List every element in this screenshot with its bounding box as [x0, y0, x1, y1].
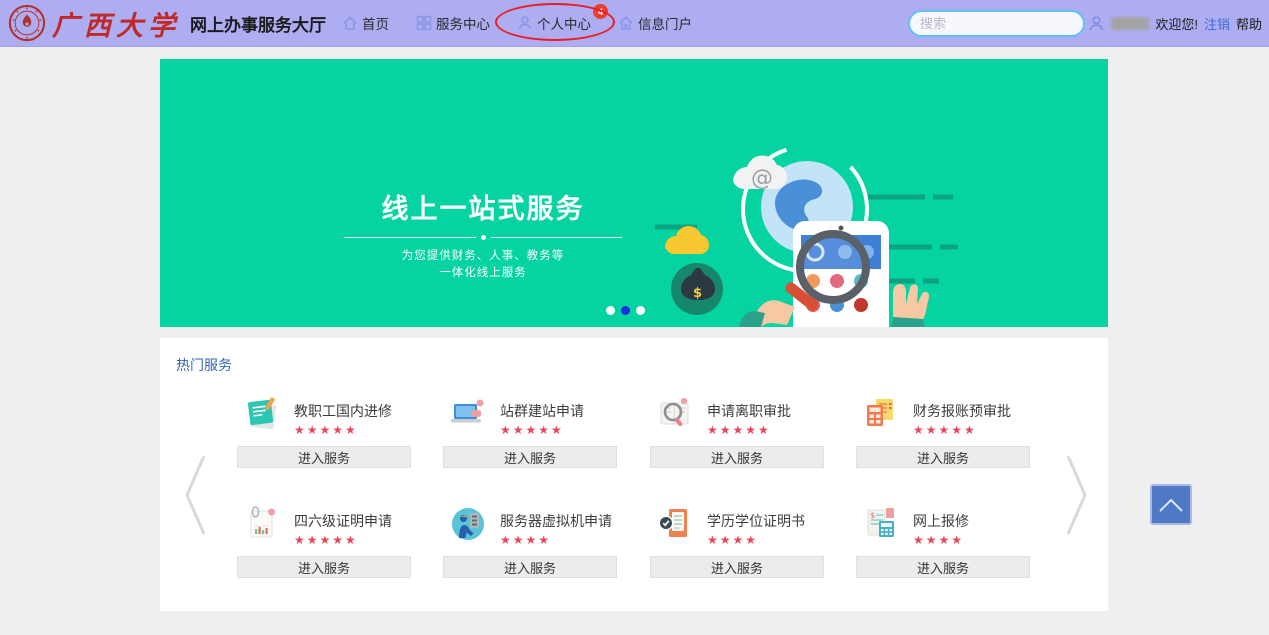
nav-item-info-portal[interactable]: 信息门户 [618, 13, 692, 33]
service-rating: ★★★★★ [294, 533, 392, 547]
service-name[interactable]: 服务器虚拟机申请 [500, 511, 612, 531]
university-name-calligraphy: 广西大学 [52, 4, 180, 43]
nav-label: 信息门户 [638, 13, 692, 33]
welcome-text: 欢迎您! [1155, 14, 1198, 33]
banner-headline: 线上一站式服务 [338, 187, 628, 226]
carousel-dot-3[interactable] [636, 306, 645, 315]
enter-service-button[interactable]: 进入服务 [443, 556, 617, 578]
enter-service-button[interactable]: 进入服务 [856, 556, 1030, 578]
enter-service-button[interactable]: 进入服务 [650, 446, 824, 468]
chevron-up-icon [1156, 496, 1186, 514]
service-card: $ 网上报修 ★★★★ 进入服务 [856, 505, 1036, 635]
service-rating: ★★★★ [500, 533, 612, 547]
service-name[interactable]: 四六级证明申请 [294, 511, 392, 531]
svg-text:$: $ [693, 286, 702, 301]
book-magnifier-icon [656, 395, 694, 433]
home-icon [342, 15, 358, 31]
service-name[interactable]: 网上报修 [913, 511, 969, 531]
nav-label: 服务中心 [436, 13, 490, 33]
service-name[interactable]: 学历学位证明书 [707, 511, 805, 531]
user-area: 欢迎您! 注销 帮助 [1088, 0, 1262, 47]
search-input[interactable] [920, 16, 1096, 31]
carousel-dot-1[interactable] [606, 306, 615, 315]
chevron-left-icon [182, 453, 208, 537]
enter-service-button[interactable]: 进入服务 [443, 446, 617, 468]
help-link[interactable]: 帮助 [1236, 14, 1262, 33]
server-worker-icon [449, 505, 487, 543]
carousel-next-arrow[interactable] [1064, 453, 1090, 542]
grid-icon [416, 15, 432, 31]
calculator-notes-icon [862, 395, 900, 433]
person-icon [517, 15, 533, 31]
carousel-dots [606, 306, 645, 315]
banner-subline-1: 为您提供财务、人事、教务等 [338, 248, 628, 265]
nav-item-personal-center[interactable]: 个人中心 4 [517, 13, 591, 33]
service-name[interactable]: 站群建站申请 [500, 401, 584, 421]
svg-text:@: @ [751, 166, 773, 191]
banner-illustration: @ $ [655, 129, 1055, 327]
portal-title: 网上办事服务大厅 [190, 11, 326, 36]
svg-text:$: $ [870, 511, 875, 520]
hot-services-title: 热门服务 [176, 355, 232, 375]
logout-link[interactable]: 注销 [1204, 14, 1230, 33]
hero-carousel-banner: 线上一站式服务 为您提供财务、人事、教务等 一体化线上服务 @ $ [160, 59, 1108, 327]
enter-service-button[interactable]: 进入服务 [856, 446, 1030, 468]
main-nav: 首页 服务中心 个人中心 4 [342, 13, 692, 33]
enter-service-button[interactable]: 进入服务 [237, 556, 411, 578]
laptop-icon [449, 395, 487, 433]
carousel-dot-2-active[interactable] [621, 306, 630, 315]
university-seal-logo [8, 4, 46, 42]
portal-home-icon [618, 15, 634, 31]
service-rating: ★★★★ [707, 533, 805, 547]
top-header-bar: 广西大学 网上办事服务大厅 首页 服务中心 [0, 0, 1269, 47]
hot-services-panel: 热门服务 教职工国内进修 ★★★★★ 进入服务 [160, 338, 1108, 611]
carousel-prev-arrow[interactable] [182, 453, 208, 542]
service-card: 四六级证明申请 ★★★★★ 进入服务 [237, 505, 417, 635]
service-name[interactable]: 财务报账预审批 [913, 401, 1011, 421]
enter-service-button[interactable]: 进入服务 [650, 556, 824, 578]
notification-badge: 4 [593, 4, 608, 19]
nav-item-service-center[interactable]: 服务中心 [416, 13, 490, 33]
back-to-top-button[interactable] [1150, 484, 1192, 525]
nav-label: 个人中心 [537, 13, 591, 33]
banner-subline-2: 一体化线上服务 [338, 265, 628, 282]
service-rating: ★★★★★ [294, 423, 392, 437]
search-box [908, 10, 1085, 37]
nav-label: 首页 [362, 13, 389, 33]
user-icon [1088, 15, 1105, 32]
banner-divider [344, 235, 622, 240]
service-rating: ★★★★ [913, 533, 969, 547]
service-rating: ★★★★★ [500, 423, 584, 437]
receipt-calculator-icon: $ [862, 505, 900, 543]
banner-text-block: 线上一站式服务 为您提供财务、人事、教务等 一体化线上服务 [338, 187, 628, 282]
certificate-chart-icon [243, 505, 281, 543]
nav-item-home[interactable]: 首页 [342, 13, 389, 33]
redacted-username [1111, 17, 1149, 30]
service-name[interactable]: 教职工国内进修 [294, 401, 392, 421]
service-card: 服务器虚拟机申请 ★★★★ 进入服务 [443, 505, 623, 635]
note-pencil-icon [243, 395, 281, 433]
service-rating: ★★★★★ [913, 423, 1011, 437]
enter-service-button[interactable]: 进入服务 [237, 446, 411, 468]
chevron-right-icon [1064, 453, 1090, 537]
service-card: 学历学位证明书 ★★★★ 进入服务 [650, 505, 830, 635]
service-name[interactable]: 申请离职审批 [707, 401, 791, 421]
service-rating: ★★★★★ [707, 423, 791, 437]
diploma-check-icon [656, 505, 694, 543]
